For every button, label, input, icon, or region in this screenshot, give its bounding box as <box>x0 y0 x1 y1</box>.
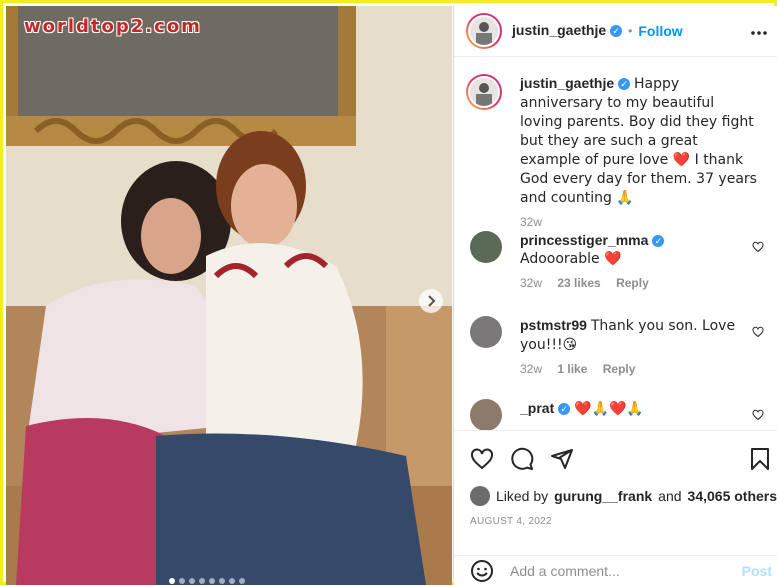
share-icon[interactable] <box>550 447 574 471</box>
header-username[interactable]: justin_gaethje <box>512 22 606 38</box>
liked-by-user[interactable]: gurung__frank <box>554 488 652 504</box>
comment-likes[interactable]: 23 likes <box>557 276 600 290</box>
comment-text-wrap: _prat ✓ ❤️🙏❤️🙏 <box>520 399 740 418</box>
header-separator: • <box>628 24 633 38</box>
heart-icon[interactable] <box>752 409 764 421</box>
avatar[interactable] <box>470 231 502 263</box>
comment-meta: 32w 23 likes Reply <box>520 276 770 290</box>
reply-button[interactable]: Reply <box>603 362 636 376</box>
comment-age: 32w <box>520 362 543 376</box>
comment-item: princesstiger_mma ✓ Adooorable ❤️ 32w 23 … <box>470 231 770 290</box>
carousel-indicator <box>169 578 245 584</box>
post-photo[interactable]: worldtop2.com <box>6 6 452 585</box>
carousel-next-button[interactable] <box>419 289 443 313</box>
comment-meta: 32w 1 like Reply <box>520 362 770 376</box>
carousel-dot[interactable] <box>209 578 215 584</box>
heart-icon[interactable] <box>752 326 764 338</box>
liked-by-and: and <box>658 488 682 504</box>
caption-username[interactable]: justin_gaethje <box>520 75 614 91</box>
carousel-dot[interactable] <box>199 578 205 584</box>
verified-badge-icon: ✓ <box>652 235 665 248</box>
liked-by-prefix: Liked by <box>496 488 549 504</box>
avatar <box>468 76 500 108</box>
screenshot-frame: worldtop2.com justin_gaethje ✓ • Follow <box>0 0 777 585</box>
post-header: justin_gaethje ✓ • Follow <box>454 6 777 57</box>
comment-icon[interactable] <box>510 447 534 471</box>
verified-badge-icon: ✓ <box>558 403 571 416</box>
comment-input[interactable] <box>508 562 732 580</box>
add-comment-bar: Post <box>454 555 777 586</box>
follow-button[interactable]: Follow <box>638 23 682 39</box>
caption-avatar-ring[interactable] <box>466 74 502 110</box>
likes-summary: Liked by gurung__frank and 34,065 others <box>470 486 777 506</box>
avatar[interactable] <box>470 486 490 506</box>
comments-list[interactable]: justin_gaethje ✓ Happy anniversary to my … <box>454 56 777 430</box>
caption-block: justin_gaethje ✓ Happy anniversary to my … <box>466 74 770 229</box>
header-avatar-ring[interactable] <box>466 13 502 49</box>
carousel-dot[interactable] <box>219 578 225 584</box>
more-options-icon[interactable] <box>750 23 768 41</box>
post-comment-button[interactable]: Post <box>742 563 772 579</box>
verified-badge-icon: ✓ <box>618 78 631 91</box>
avatar-image <box>476 22 492 45</box>
photo-illustration <box>6 6 452 585</box>
heart-icon[interactable] <box>470 447 494 471</box>
comment-item: _prat ✓ ❤️🙏❤️🙏 <box>470 399 770 430</box>
comment-text-wrap: princesstiger_mma ✓ Adooorable ❤️ <box>520 231 740 268</box>
avatar[interactable] <box>470 316 502 348</box>
carousel-dot[interactable] <box>189 578 195 584</box>
comment-text-wrap: pstmstr99 Thank you son. Love you!!!😘 <box>520 316 740 354</box>
post-details-panel: justin_gaethje ✓ • Follow justin_gaethje… <box>453 6 777 585</box>
watermark-text: worldtop2.com <box>24 16 202 37</box>
chevron-right-icon <box>428 295 436 307</box>
bookmark-icon[interactable] <box>750 447 770 471</box>
header-username-wrap: justin_gaethje ✓ <box>512 22 623 40</box>
avatar[interactable] <box>470 399 502 430</box>
avatar <box>468 15 500 47</box>
heart-icon[interactable] <box>752 241 764 253</box>
liked-by-count[interactable]: 34,065 others <box>688 488 777 504</box>
comment-item: pstmstr99 Thank you son. Love you!!!😘 32… <box>470 316 770 376</box>
post-date: AUGUST 4, 2022 <box>470 516 552 527</box>
carousel-dot[interactable] <box>169 578 175 584</box>
emoji-icon[interactable] <box>470 559 494 583</box>
carousel-dot[interactable] <box>239 578 245 584</box>
caption-text-wrap: justin_gaethje ✓ Happy anniversary to my … <box>520 74 758 207</box>
comment-age: 32w <box>520 276 543 290</box>
caption-text: Happy anniversary to my beautiful loving… <box>520 76 757 206</box>
comment-username[interactable]: _prat <box>520 400 554 416</box>
reply-button[interactable]: Reply <box>616 276 649 290</box>
more-options-icon-glyph <box>751 31 767 35</box>
avatar-image <box>476 83 492 106</box>
comment-likes[interactable]: 1 like <box>557 362 587 376</box>
carousel-dot[interactable] <box>179 578 185 584</box>
verified-badge-icon: ✓ <box>610 24 623 37</box>
comment-text: Adooorable ❤️ <box>520 251 622 267</box>
comment-username[interactable]: pstmstr99 <box>520 317 587 333</box>
post-actions-bar <box>454 430 777 487</box>
comment-username[interactable]: princesstiger_mma <box>520 232 648 248</box>
comment-text: ❤️🙏❤️🙏 <box>574 401 644 417</box>
caption-age: 32w <box>520 215 543 229</box>
carousel-dot[interactable] <box>229 578 235 584</box>
